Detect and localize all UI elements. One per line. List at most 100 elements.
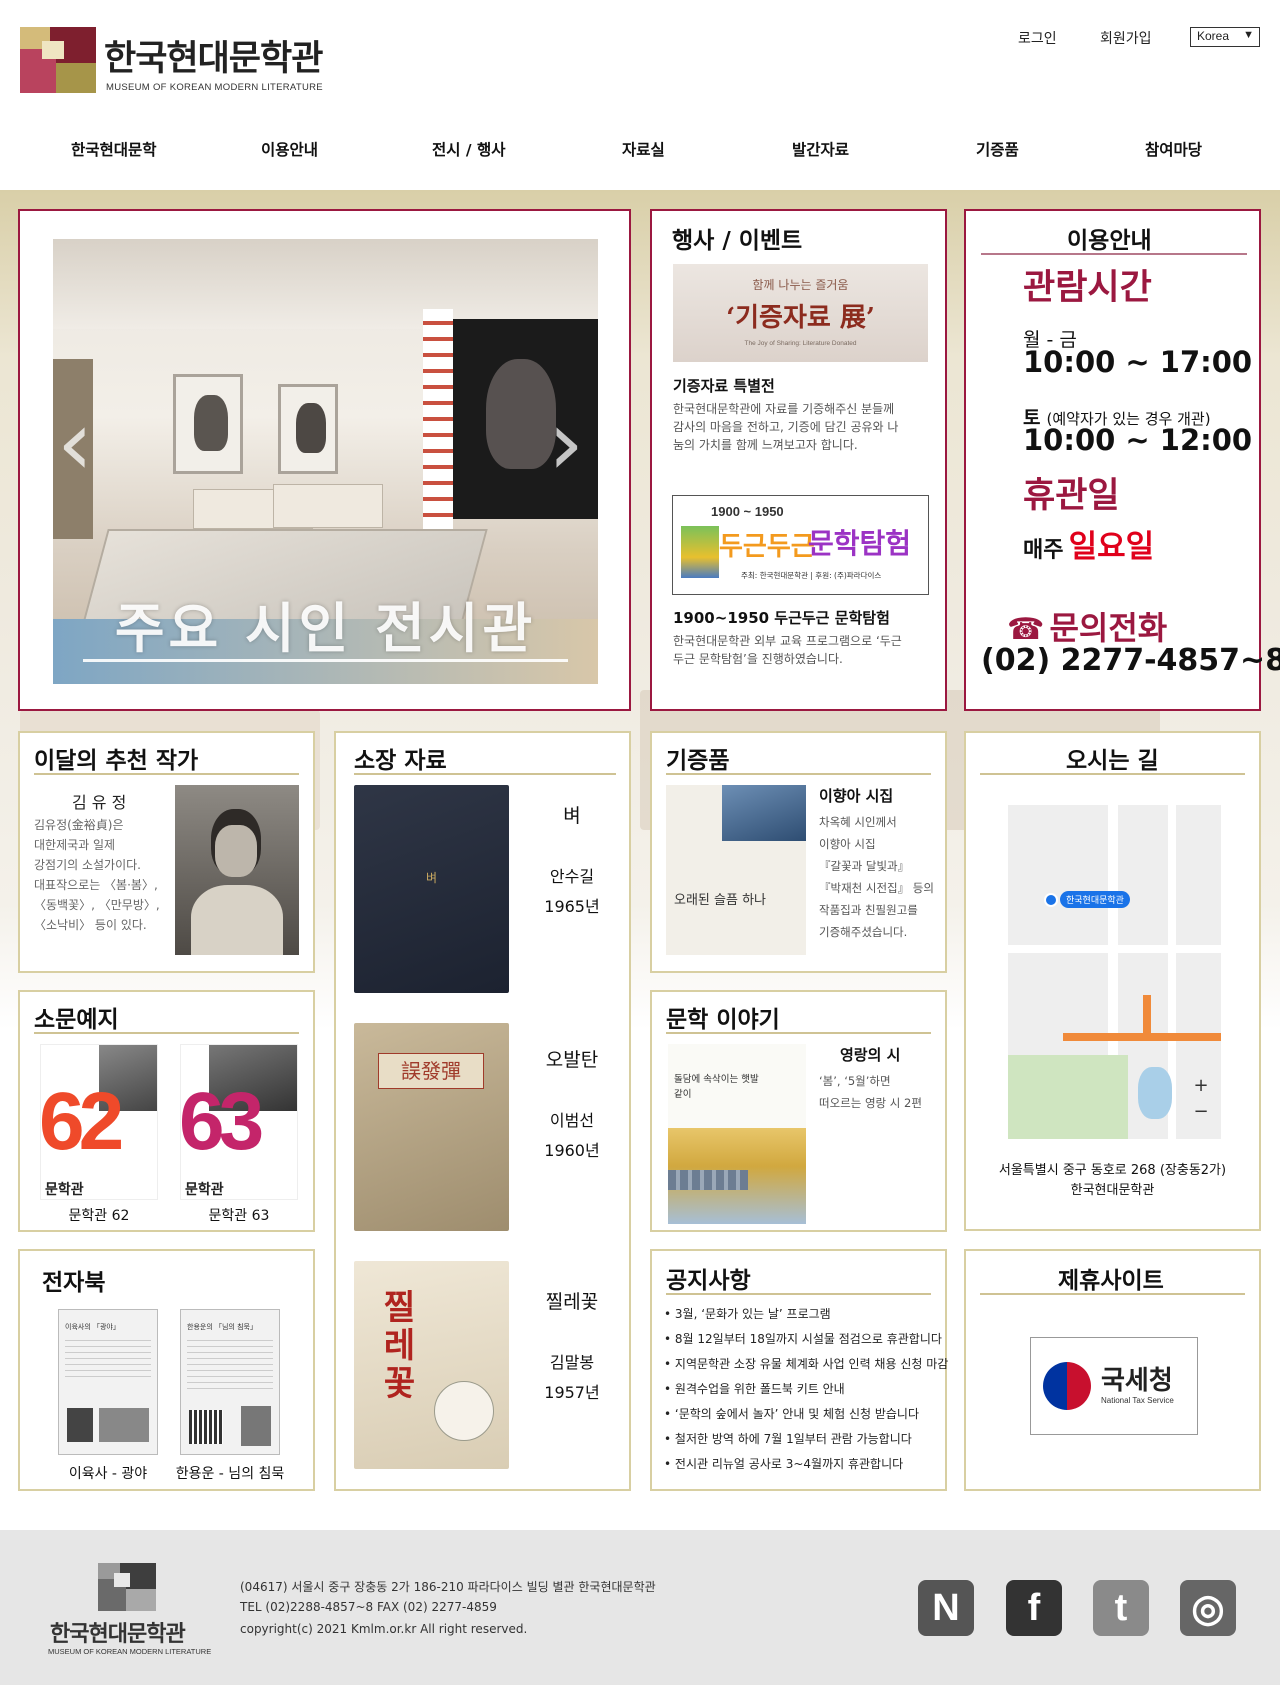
map-pin-label: 한국현대문학관 (1060, 891, 1130, 908)
directions-place: 한국현대문학관 (1070, 1183, 1155, 1198)
phone-number[interactable]: (02) 2277-4857~8 (981, 643, 1280, 678)
story-cover[interactable]: 돌담에 속삭이는 햇발같이 (668, 1044, 806, 1224)
nav-korean-modern-literature[interactable]: 한국현대문학 (71, 138, 157, 160)
main-nav: 한국현대문학 이용안내 전시 / 행사 자료실 발간자료 기증품 참여마당 (0, 138, 1280, 164)
directions-card: 오시는 길 한국현대문학관 + − 서울특별시 중구 동호로 268 (장충동2… (964, 731, 1261, 1231)
info-title: 이용안내 (1067, 228, 1152, 254)
nav-exhibition-events[interactable]: 전시 / 행사 (432, 138, 506, 160)
slider-next-icon[interactable]: › (548, 399, 584, 489)
notice-item[interactable]: • 지역문학관 소장 유물 체계화 사업 인력 채용 신청 마감 (664, 1355, 948, 1380)
event-banner-sub-text: The Joy of Sharing: Literature Donated (744, 340, 857, 347)
directions-address: 서울특별시 중구 동호로 268 (장충동2가) (998, 1163, 1227, 1178)
collection-item-1-title[interactable]: 벼 (522, 801, 622, 828)
collection-item-3-title[interactable]: 찔레꽃 (522, 1287, 622, 1314)
info-card: 이용안내 관람시간 월 - 금 10:00 ~ 17:00 토 (예약자가 있는… (964, 209, 1280, 711)
notice-item[interactable]: • 8월 12일부터 18일까지 시설물 점검으로 휴관합니다 (664, 1330, 948, 1355)
location-map[interactable]: 한국현대문학관 + − (1008, 805, 1221, 1139)
notice-item[interactable]: • ‘문학의 숲에서 놀자’ 안내 및 체험 신청 받습니다 (664, 1405, 948, 1430)
collection-item-2-title[interactable]: 오발탄 (522, 1045, 622, 1072)
event-banner-main-2: 문학탐험 (808, 527, 912, 560)
slider-prev-icon[interactable]: ‹ (57, 399, 93, 489)
event-banner-top-text: 함께 나누는 즐거움 (752, 278, 849, 292)
ebook-card: 전자북 이육사의 「광야」 한용운의 「님의 침묵」 이육사 - 광야 한용운 … (18, 1249, 315, 1491)
ebook-cover-2[interactable]: 한용운의 「님의 침묵」 (180, 1309, 280, 1455)
language-value: Korea (1197, 29, 1230, 43)
collection-item-3-year: 1957년 (544, 1383, 600, 1402)
writer-title: 이달의 추천 작가 (34, 748, 199, 774)
newsletter-label-63[interactable]: 문학관 63 (180, 1205, 298, 1225)
story-card: 문학 이야기 돌담에 속삭이는 햇발같이 영랑의 시 ‘봄’, ‘5월’하면 떠… (650, 990, 947, 1232)
footer-copyright: copyright(c) 2021 Kmlm.or.kr All right r… (240, 1622, 528, 1636)
events-title: 행사 / 이벤트 (672, 228, 803, 254)
donation-card: 기증품 오래된 슬픔 하나 이향아 시집 차옥혜 시인께서 이향아 시집 『갈꽃… (650, 731, 947, 973)
signup-link[interactable]: 회원가입 (1100, 28, 1152, 48)
donation-cover[interactable]: 오래된 슬픔 하나 (666, 785, 806, 955)
collection-cover-2[interactable]: 誤發彈 (354, 1023, 509, 1231)
map-zoom-in-button[interactable]: + (1188, 1075, 1214, 1101)
nav-usage-guide[interactable]: 이용안내 (261, 138, 318, 160)
language-select[interactable]: Korea ▼ (1190, 27, 1260, 47)
collection-item-2-author: 이범선 (549, 1111, 595, 1130)
nav-community[interactable]: 참여마당 (1145, 138, 1202, 160)
writer-portrait[interactable] (175, 785, 299, 955)
ebook-title: 전자북 (42, 1270, 106, 1296)
map-zoom-out-button[interactable]: − (1188, 1101, 1214, 1127)
notice-item[interactable]: • 3월, ‘문화가 있는 날’ 프로그램 (664, 1305, 948, 1330)
collection-item-1-author: 안수길 (549, 867, 595, 886)
notice-item[interactable]: • 원격수업을 위한 폴드북 키트 안내 (664, 1380, 948, 1405)
nts-name: 국세청 (1101, 1366, 1173, 1396)
story-item-title[interactable]: 영랑의 시 (840, 1044, 900, 1065)
map-pin-icon (1044, 893, 1058, 907)
dropdown-arrow-icon: ▼ (1243, 29, 1254, 41)
ebook-cover-1[interactable]: 이육사의 「광야」 (58, 1309, 158, 1455)
event-item-title[interactable]: 기증자료 특별전 (673, 375, 775, 396)
event-banner-years: 1900 ~ 1950 (711, 504, 784, 519)
newsletter-cover-63[interactable]: 63 문학관 (180, 1044, 298, 1200)
closed-prefix: 매주 (1023, 538, 1064, 563)
twitter-icon[interactable]: t (1093, 1580, 1149, 1636)
weekday-time: 10:00 ~ 17:00 (1023, 345, 1253, 379)
story-desc: ‘봄’, ‘5월’하면 떠오르는 영랑 시 2편 (819, 1074, 922, 1110)
logo-subtitle: MUSEUM OF KOREAN MODERN LITERATURE (106, 82, 323, 93)
event-item-desc: 한국현대문학관에 자료를 기증해주신 분들께 감사의 마음을 전하고, 기증에 … (673, 402, 899, 452)
newsletter-cover-62[interactable]: 62 문학관 (40, 1044, 158, 1200)
nav-publications[interactable]: 발간자료 (792, 138, 849, 160)
instagram-icon[interactable]: ◎ (1180, 1580, 1236, 1636)
hero-slider-card: 주요 시인 전시관 ‹ › (18, 209, 631, 711)
notice-item[interactable]: • 전시관 리뉴얼 공사로 3~4월까지 휴관합니다 (664, 1455, 948, 1480)
phone-label: 문의전화 (1049, 609, 1168, 647)
notice-title: 공지사항 (666, 1268, 751, 1294)
event-item-2-title[interactable]: 1900~1950 두근두근 문학탐험 (673, 607, 890, 628)
logo-mark[interactable] (20, 27, 96, 93)
event-item-2-desc: 한국현대문학관 외부 교육 프로그램으로 ‘두근두근 문학탐험’을 진행하였습니… (673, 634, 902, 666)
closed-label: 휴관일 (1023, 476, 1120, 516)
phone-icon: ☎ (1007, 612, 1045, 647)
nav-donations[interactable]: 기증품 (976, 138, 1019, 160)
event-banner-donation[interactable]: 함께 나누는 즐거움 ‘기증자료 展’ The Joy of Sharing: … (673, 264, 928, 362)
newsletter-label-62[interactable]: 문학관 62 (40, 1205, 158, 1225)
ebook-label-2[interactable]: 한용운 - 님의 침묵 (170, 1463, 290, 1483)
kids-illustration (681, 526, 719, 578)
saturday-time: 10:00 ~ 12:00 (1023, 423, 1253, 457)
event-banner-exploration[interactable]: 1900 ~ 1950 두근두근 문학탐험 주최: 한국현대문학관 | 후원: … (672, 495, 929, 595)
nts-name-en: National Tax Service (1101, 1396, 1174, 1405)
hero-slide-image[interactable]: 주요 시인 전시관 ‹ › (53, 239, 598, 684)
event-banner-main-text: ‘기증자료 展’ (726, 303, 875, 333)
nav-archive[interactable]: 자료실 (622, 138, 665, 160)
facebook-icon[interactable]: f (1006, 1580, 1062, 1636)
story-title: 문학 이야기 (666, 1007, 780, 1033)
nts-partner-link[interactable]: 국세청 National Tax Service (1030, 1337, 1198, 1435)
footer-logo-mark (98, 1563, 156, 1611)
collection-cover-1[interactable]: 벼 (354, 785, 509, 993)
collection-item-2-year: 1960년 (544, 1141, 600, 1160)
ebook-label-1[interactable]: 이육사 - 광야 (48, 1463, 168, 1483)
logo-title[interactable]: 한국현대문학관 (104, 30, 323, 81)
site-header: 한국현대문학관 MUSEUM OF KOREAN MODERN LITERATU… (0, 0, 1280, 190)
collection-cover-3[interactable]: 찔레꽃 (354, 1261, 509, 1469)
naver-blog-icon[interactable]: N (918, 1580, 974, 1636)
notice-item[interactable]: • 철저한 방역 하에 7월 1일부터 관람 가능합니다 (664, 1430, 948, 1455)
login-link[interactable]: 로그인 (1018, 28, 1057, 48)
donation-title: 기증품 (666, 748, 730, 774)
footer-logo-title: 한국현대문학관 (50, 1622, 186, 1647)
donation-item-title[interactable]: 이향아 시집 (819, 785, 893, 806)
